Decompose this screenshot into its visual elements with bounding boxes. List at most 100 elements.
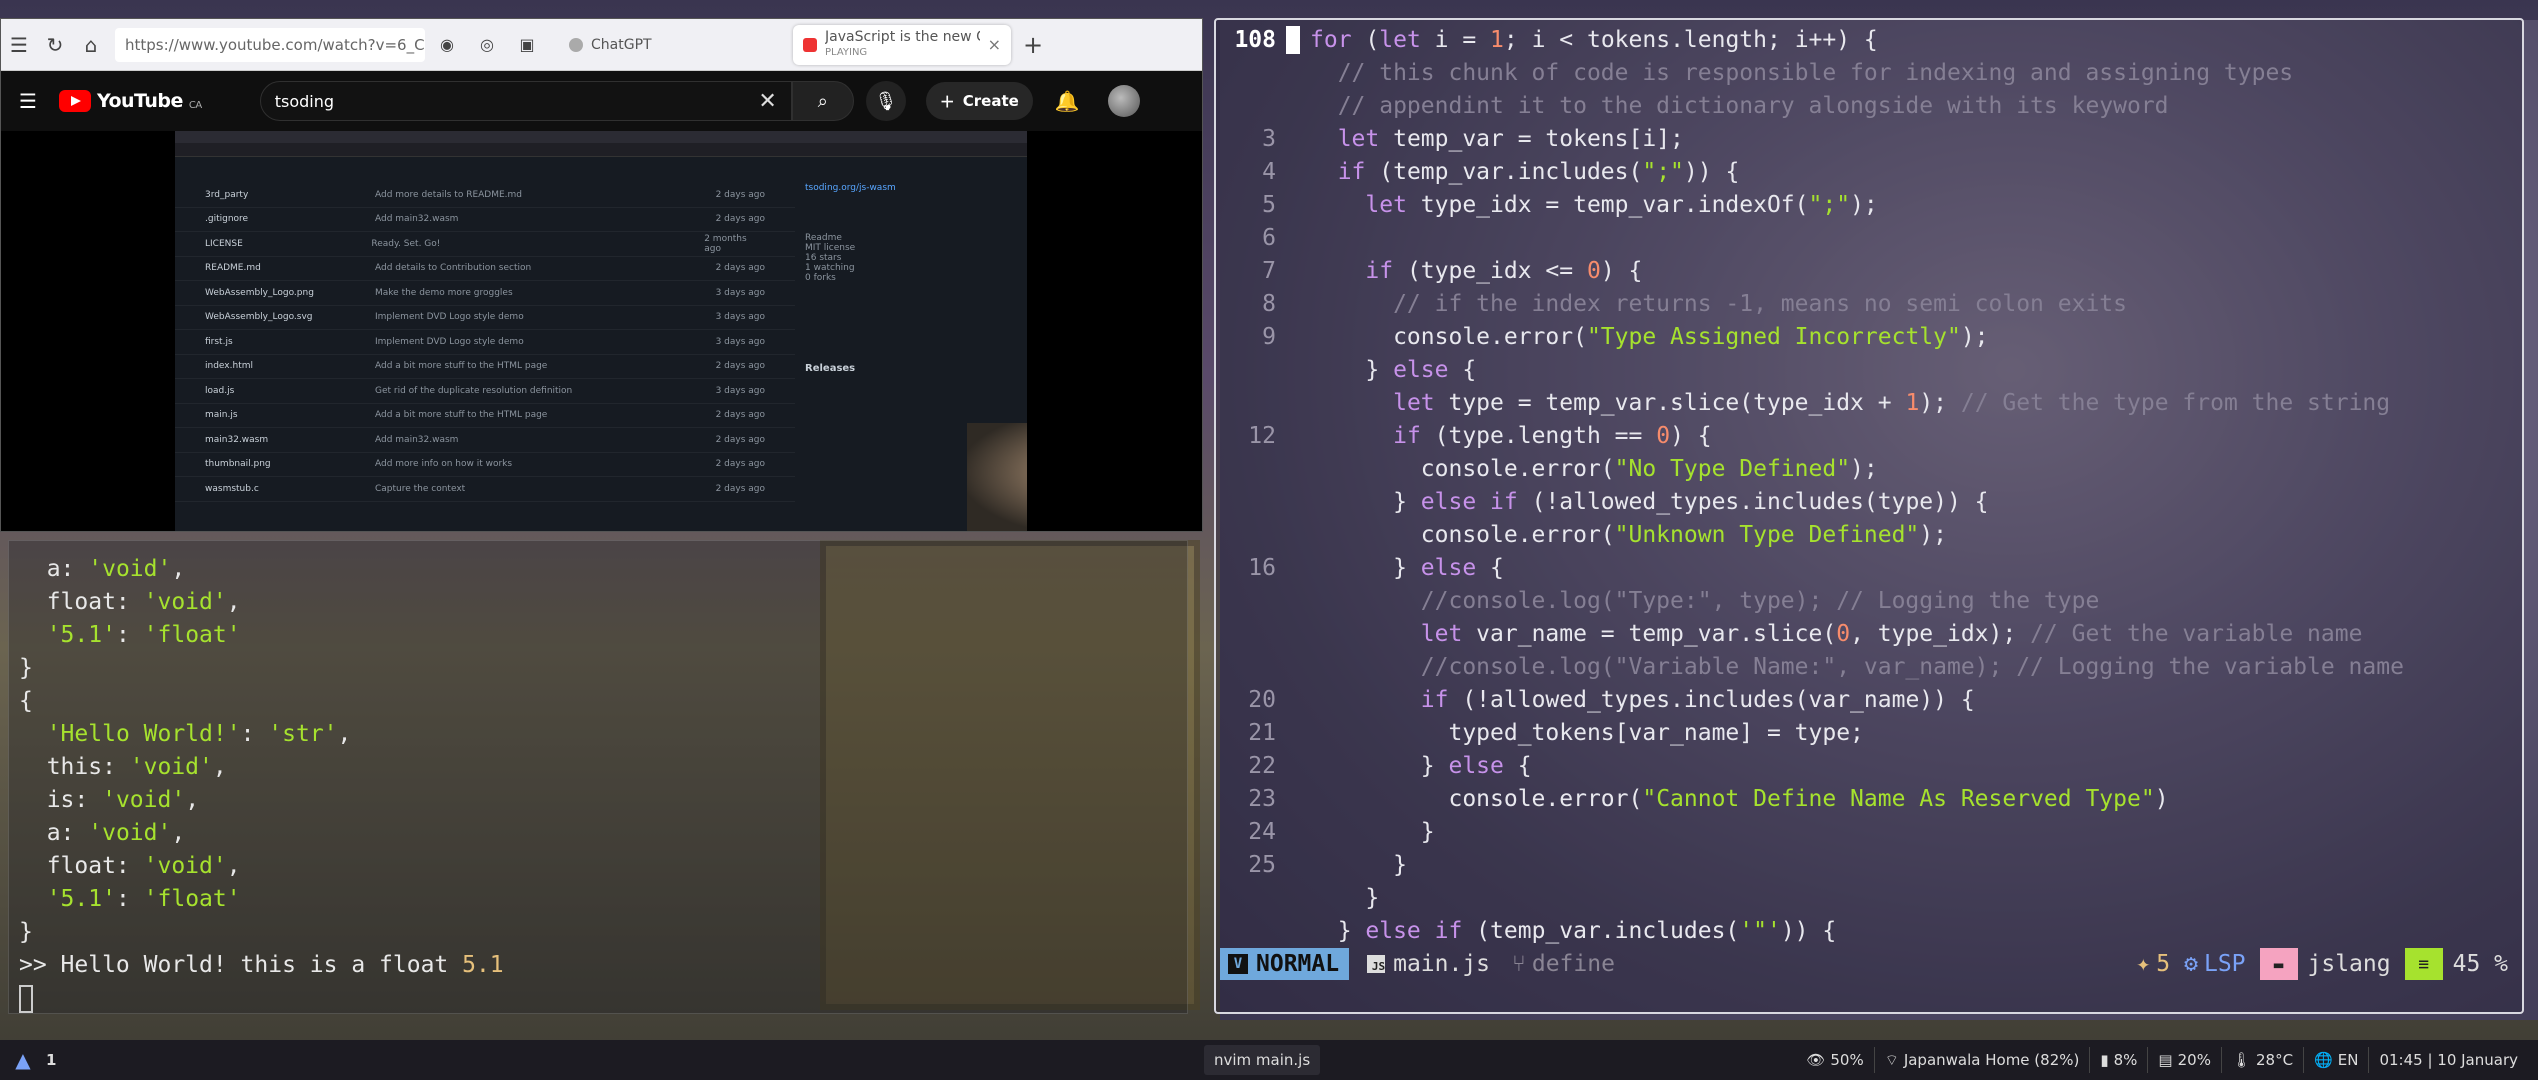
code-line[interactable]: 3 let temp_var = tokens[i]; [1216, 123, 2522, 156]
code-text: let type_idx = temp_var.indexOf(";"); [1310, 189, 1877, 222]
repo-file-message: Add main32.wasm [375, 214, 459, 225]
code-line[interactable]: console.error("No Type Defined"); [1216, 453, 2522, 486]
repo-file-date: 3 days ago [715, 336, 765, 347]
code-line[interactable]: 9 console.error("Type Assigned Incorrect… [1216, 321, 2522, 354]
search-input[interactable]: tsoding ✕ [259, 81, 792, 121]
code-line[interactable]: 16 } else { [1216, 552, 2522, 585]
code-line[interactable]: 22 } else { [1216, 750, 2522, 783]
menu-icon[interactable]: ☰ [19, 89, 37, 113]
code-token: 0 [1586, 258, 1601, 284]
pocket-icon[interactable]: ◉ [429, 27, 465, 63]
reload-icon[interactable]: ↻ [37, 27, 73, 63]
clock[interactable]: 01:45 | 10 January [2368, 1047, 2528, 1073]
container-icon[interactable]: ▣ [509, 27, 545, 63]
url-bar[interactable]: https://www.youtube.com/watch?v=6_C9h1dP [115, 27, 425, 62]
clear-search-icon[interactable]: ✕ [758, 89, 776, 114]
git-branch: ⑂ define [1512, 951, 1615, 977]
code-line[interactable]: // this chunk of code is responsible for… [1216, 57, 2522, 90]
notifications-bell-icon[interactable]: 🔔 [1055, 89, 1080, 113]
code-text: } [1310, 816, 1435, 849]
code-line[interactable]: console.error("Unknown Type Defined"); [1216, 519, 2522, 552]
code-line[interactable]: 23 console.error("Cannot Define Name As … [1216, 783, 2522, 816]
new-tab-icon[interactable]: + [1023, 31, 1043, 59]
code-line[interactable]: //console.log("Variable Name:", var_name… [1216, 651, 2522, 684]
volume-status[interactable]: 👁 50% [1796, 1047, 1873, 1073]
taskbar-task-nvim[interactable]: nvim main.js [1204, 1045, 1321, 1075]
language-status[interactable]: 🌐 EN [2303, 1047, 2368, 1073]
code-buffer[interactable]: 108 for (let i = 1; i < tokens.length; i+… [1216, 24, 2522, 948]
code-text: } else if (!allowed_types.includes(type)… [1310, 486, 1988, 519]
code-token: 1 [1905, 390, 1920, 416]
repo-file-date: 2 days ago [715, 189, 765, 200]
repo-file-name: index.html [205, 361, 253, 372]
volume-value: 50% [1830, 1051, 1864, 1069]
avatar[interactable] [1107, 85, 1140, 117]
terminal-token: 'void' [143, 589, 227, 615]
lang-value: EN [2337, 1051, 2359, 1069]
wifi-status[interactable]: ⌔ Japanwala Home (82%) [1873, 1047, 2090, 1073]
repo-file-message: Get rid of the duplicate resolution defi… [375, 385, 573, 396]
repo-file-row: index.html Add a bit more stuff to the HT… [175, 355, 795, 379]
line-number: 23 [1248, 786, 1276, 812]
repo-link: tsoding.org/js-wasm [805, 183, 896, 193]
workspace-indicator[interactable]: 1 [46, 1051, 56, 1069]
browser-toolbar: ☰ ↻ ⌂ https://www.youtube.com/watch?v=6_… [1, 19, 1202, 71]
line-number: 16 [1248, 555, 1276, 581]
code-line[interactable]: 5 let type_idx = temp_var.indexOf(";"); [1216, 189, 2522, 222]
code-token: i = [1420, 27, 1491, 53]
sign-column [1286, 57, 1310, 90]
youtube-logo[interactable]: YouTube CA [58, 90, 202, 112]
line-number: 21 [1248, 720, 1276, 746]
code-line[interactable]: let var_name = temp_var.slice(0, type_id… [1216, 618, 2522, 651]
sidebar-toggle-icon[interactable]: ☰ [1, 27, 37, 63]
code-line[interactable]: } else if (!allowed_types.includes(type)… [1216, 486, 2522, 519]
terminal-token: , [171, 556, 186, 582]
code-line[interactable]: //console.log("Type:", type); // Logging… [1216, 585, 2522, 618]
nvim-editor[interactable]: 108 for (let i = 1; i < tokens.length; i+… [1214, 18, 2524, 1014]
voice-search-button[interactable]: 🎙 [865, 81, 906, 121]
sign-column [1286, 717, 1310, 750]
search-value: tsoding [274, 91, 335, 111]
code-line[interactable]: 20 if (!allowed_types.includes(var_name)… [1216, 684, 2522, 717]
code-line[interactable]: 21 typed_tokens[var_name] = type; [1216, 717, 2522, 750]
code-line[interactable]: 24 } [1216, 816, 2522, 849]
tab-chatgpt[interactable]: ChatGPT [559, 25, 779, 65]
cpu-status: ▤ 20% [2147, 1047, 2221, 1073]
arch-logo-icon[interactable]: ▲ [8, 1045, 38, 1075]
line-number: 12 [1248, 423, 1276, 449]
code-token: { [1503, 753, 1532, 779]
code-token: , type_idx); [1850, 621, 2031, 647]
code-text: // this chunk of code is responsible for… [1310, 57, 2293, 90]
create-button[interactable]: ＋ Create [925, 82, 1033, 120]
code-line[interactable]: let type = temp_var.slice(type_idx + 1);… [1216, 387, 2522, 420]
terminal-window[interactable]: a: 'void', float: 'void', '5.1': 'float'… [8, 540, 1188, 1014]
account-icon[interactable]: ◎ [469, 27, 505, 63]
plus-icon: ＋ [939, 92, 955, 111]
code-line[interactable]: } else { [1216, 354, 2522, 387]
code-line[interactable]: 8 // if the index returns -1, means no s… [1216, 288, 2522, 321]
code-line[interactable]: 108 for (let i = 1; i < tokens.length; i+… [1216, 24, 2522, 57]
sign-column [1286, 288, 1310, 321]
code-line[interactable]: 4 if (temp_var.includes(";")) { [1216, 156, 2522, 189]
close-tab-icon[interactable]: × [988, 35, 1001, 54]
code-line[interactable]: 6 [1216, 222, 2522, 255]
file-name: main.js [1393, 951, 1491, 977]
tab-youtube[interactable]: JavaScript is the new C - Yo PLAYING × [793, 24, 1011, 65]
code-token: (type.length == [1420, 423, 1657, 449]
video-player[interactable]: 3rd_party Add more details to README.md 2 … [1, 131, 1202, 531]
terminal-prompt[interactable] [19, 982, 1177, 1015]
code-token: let [1393, 390, 1435, 416]
code-line[interactable]: 7 if (type_idx <= 0) { [1216, 255, 2522, 288]
code-line[interactable]: } [1216, 882, 2522, 915]
code-line[interactable]: } else if (temp_var.includes('"')) { [1216, 915, 2522, 948]
home-icon[interactable]: ⌂ [73, 27, 109, 63]
code-line[interactable]: 25 } [1216, 849, 2522, 882]
code-token: "No Type Defined" [1614, 456, 1851, 482]
temperature-status: 🌡 28°C [2220, 1047, 2303, 1073]
code-text: } [1310, 882, 1379, 915]
search-button[interactable]: ⌕ [791, 81, 854, 121]
code-line[interactable]: 12 if (type.length == 0) { [1216, 420, 2522, 453]
code-line[interactable]: // appendint it to the dictionary alongs… [1216, 90, 2522, 123]
code-token: ); [1919, 390, 1961, 416]
